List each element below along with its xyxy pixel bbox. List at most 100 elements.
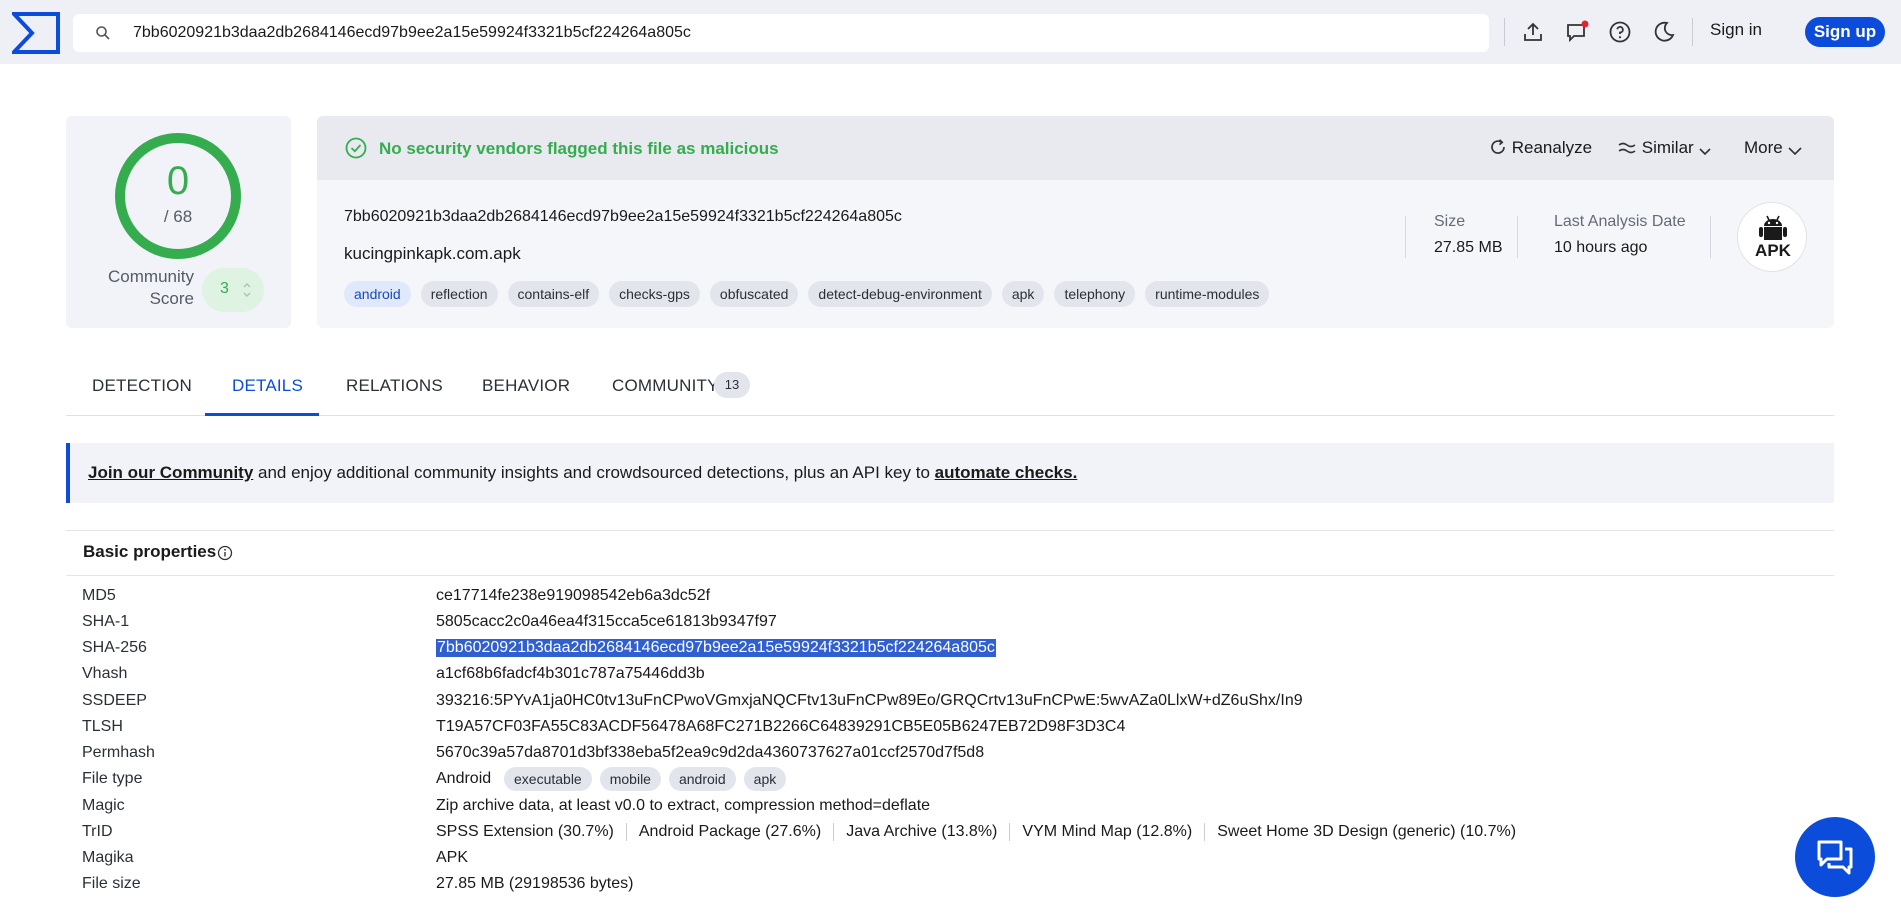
property-key: TrID xyxy=(82,823,113,840)
size-label: Size xyxy=(1434,213,1466,230)
more-dropdown[interactable]: More xyxy=(1744,138,1803,158)
property-row-ssdeep: SSDEEP 393216:5PYvA1ja0HC0tv13uFnCPwoVGm… xyxy=(82,688,1782,714)
top-bar: Sign in Sign up xyxy=(0,0,1901,64)
property-row-file-type: File type Android executable mobile andr… xyxy=(82,766,1782,792)
file-info-card: No security vendors flagged this file as… xyxy=(317,116,1834,328)
vote-arrows-icon[interactable] xyxy=(242,278,252,302)
tab-behavior[interactable]: BEHAVIOR xyxy=(482,376,570,396)
automate-checks-link[interactable]: automate checks. xyxy=(935,463,1078,482)
property-row-magic: Magic Zip archive data, at least v0.0 to… xyxy=(82,793,1782,819)
tag[interactable]: runtime-modules xyxy=(1145,281,1270,307)
tag[interactable]: apk xyxy=(743,767,787,791)
divider xyxy=(1692,18,1693,46)
property-key: File size xyxy=(82,875,141,892)
property-key: Magic xyxy=(82,797,125,814)
file-hash: 7bb6020921b3daa2db2684146ecd97b9ee2a15e5… xyxy=(344,208,902,225)
property-key: SHA-256 xyxy=(82,639,147,656)
help-icon[interactable] xyxy=(1608,20,1632,44)
reanalyze-button[interactable]: Reanalyze xyxy=(1489,138,1592,158)
divider xyxy=(1710,216,1711,258)
community-count-badge: 13 xyxy=(714,372,750,398)
file-type-badge: APK xyxy=(1737,202,1807,272)
tag[interactable]: telephony xyxy=(1054,281,1136,307)
property-value: T19A57CF03FA55C83ACDF56478A68FC271B2266C… xyxy=(436,718,1126,735)
tab-details[interactable]: DETAILS xyxy=(232,376,303,396)
file-name: kucingpinkapk.com.apk xyxy=(344,244,521,263)
chat-icon xyxy=(1817,840,1853,875)
divider xyxy=(66,575,1834,576)
property-key: File type xyxy=(82,770,143,787)
property-value: 27.85 MB (29198536 bytes) xyxy=(436,875,634,892)
property-key: Vhash xyxy=(82,665,128,682)
tag[interactable]: mobile xyxy=(599,767,661,791)
file-type-tags: executable mobile android apk xyxy=(504,767,787,791)
property-row-sha1: SHA-1 5805cacc2c0a46ea4f315cca5ce61813b9… xyxy=(82,609,1782,635)
tag[interactable]: android xyxy=(668,767,736,791)
sign-up-button[interactable]: Sign up xyxy=(1805,17,1885,47)
sign-in-link[interactable]: Sign in xyxy=(1710,20,1762,40)
divider xyxy=(66,530,1834,531)
virustotal-logo-icon[interactable] xyxy=(12,12,60,54)
chat-button[interactable] xyxy=(1795,817,1875,897)
tag[interactable]: reflection xyxy=(420,281,498,307)
property-row-file-size: File size 27.85 MB (29198536 bytes) xyxy=(82,871,1782,897)
property-key: SSDEEP xyxy=(82,692,147,709)
detection-score-card: 0 / 68 Community Score 3 xyxy=(66,116,291,328)
tab-relations[interactable]: RELATIONS xyxy=(346,376,443,396)
similar-dropdown[interactable]: Similar xyxy=(1617,138,1712,158)
community-score-pill[interactable]: 3 xyxy=(202,268,264,312)
reanalyze-label: Reanalyze xyxy=(1511,138,1593,157)
community-score-value: 3 xyxy=(220,280,229,297)
tag[interactable]: apk xyxy=(1001,281,1045,307)
property-key: SHA-1 xyxy=(82,613,130,630)
similar-icon xyxy=(1618,142,1636,154)
property-key: TLSH xyxy=(82,718,123,735)
basic-properties-title: Basic properties xyxy=(83,542,217,561)
trid-list: SPSS Extension (30.7%) Android Package (… xyxy=(436,823,1528,841)
tag[interactable]: detect-debug-environment xyxy=(808,281,992,307)
property-row-magika: Magika APK xyxy=(82,845,1782,871)
property-value-selected: 7bb6020921b3daa2db2684146ecd97b9ee2a15e5… xyxy=(436,639,996,657)
trid-item: VYM Mind Map (12.8%) xyxy=(1009,823,1204,841)
file-type-label: APK xyxy=(1755,241,1791,260)
notifications-icon[interactable] xyxy=(1565,20,1589,44)
trid-item: Sweet Home 3D Design (generic) (10.7%) xyxy=(1204,823,1528,841)
verdict-text: No security vendors flagged this file as… xyxy=(379,139,779,158)
dark-mode-icon[interactable] xyxy=(1652,20,1676,44)
tag[interactable]: android xyxy=(344,281,411,307)
trid-item: SPSS Extension (30.7%) xyxy=(436,823,614,840)
property-row-md5: MD5 ce17714fe238e919098542eb6a3dc52f xyxy=(82,583,1782,609)
last-analysis-label: Last Analysis Date xyxy=(1554,213,1686,230)
search-input[interactable] xyxy=(133,14,1473,52)
tab-community[interactable]: COMMUNITY xyxy=(612,376,719,396)
tab-bar: DETECTION DETAILS RELATIONS BEHAVIOR COM… xyxy=(66,358,1834,416)
android-icon xyxy=(1759,215,1787,240)
tag[interactable]: obfuscated xyxy=(709,281,799,307)
last-analysis-value: 10 hours ago xyxy=(1554,239,1648,256)
search-bar[interactable] xyxy=(73,14,1489,52)
property-value: 5805cacc2c0a46ea4f315cca5ce61813b9347f97 xyxy=(436,613,777,630)
size-value: 27.85 MB xyxy=(1434,239,1503,256)
search-icon xyxy=(96,26,110,40)
tag[interactable]: contains-elf xyxy=(507,281,600,307)
property-row-vhash: Vhash a1cf68b6fadcf4b301c787a75446dd3b xyxy=(82,661,1782,687)
property-row-tlsh: TLSH T19A57CF03FA55C83ACDF56478A68FC271B… xyxy=(82,714,1782,740)
property-row-sha256: SHA-256 7bb6020921b3daa2db2684146ecd97b9… xyxy=(82,635,1782,661)
check-circle-icon xyxy=(345,137,367,159)
property-key: Permhash xyxy=(82,744,155,761)
tab-detection[interactable]: DETECTION xyxy=(92,376,192,396)
divider xyxy=(1405,216,1406,258)
property-value: Android xyxy=(436,770,492,787)
upload-icon[interactable] xyxy=(1521,20,1545,44)
property-key: MD5 xyxy=(82,587,116,604)
property-row-trid: TrID SPSS Extension (30.7%) Android Pack… xyxy=(82,819,1782,845)
tag[interactable]: executable xyxy=(504,767,592,791)
community-banner-text: Join our Community and enjoy additional … xyxy=(88,463,1077,483)
tag[interactable]: checks-gps xyxy=(609,281,700,307)
community-score-label: Community Score xyxy=(108,267,194,308)
trid-item: Android Package (27.6%) xyxy=(625,823,833,841)
info-icon[interactable] xyxy=(217,545,233,561)
join-community-link[interactable]: Join our Community xyxy=(88,463,253,482)
property-value: a1cf68b6fadcf4b301c787a75446dd3b xyxy=(436,665,705,682)
property-value: Zip archive data, at least v0.0 to extra… xyxy=(436,797,931,814)
